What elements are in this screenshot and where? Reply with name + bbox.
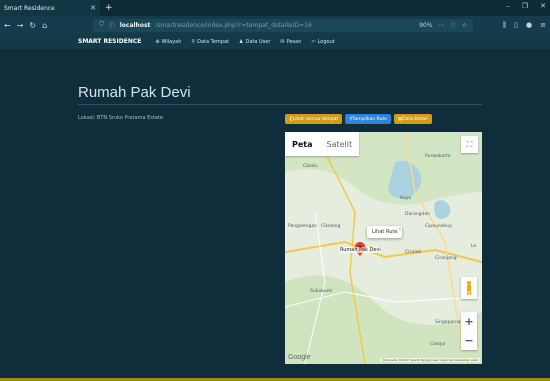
divider xyxy=(78,104,482,105)
close-icon[interactable]: ✕ xyxy=(90,4,96,12)
info-icon: ⓘ xyxy=(108,22,115,30)
browser-tab-bar: Smart Residence ✕ + – ❐ ✕ xyxy=(0,0,550,16)
show-route-button[interactable]: ⚲ Tampilkan Rute xyxy=(345,114,391,124)
location-icon: ⚲ xyxy=(191,38,196,45)
nav-item-data-tempat[interactable]: ⚲ Data Tempat xyxy=(191,39,229,45)
google-logo: Google xyxy=(288,354,311,361)
place-label: Darangdan xyxy=(405,212,431,217)
account-icon[interactable]: ● xyxy=(526,21,532,30)
reload-icon[interactable]: ↻ xyxy=(29,21,36,30)
app-navbar: SMART RESIDENCE ⊕ Wilayah ⚲ Data Tempat ♟ D… xyxy=(0,34,550,49)
pocket-icon[interactable]: ♡ xyxy=(450,22,455,29)
place-label: Cikalong xyxy=(321,224,341,229)
action-buttons: ❮ Lihat semua tempat ⚲ Tampilkan Rute ▤ … xyxy=(285,114,432,124)
new-tab-icon[interactable]: + xyxy=(105,3,113,13)
menu-icon[interactable]: ≡ xyxy=(540,21,546,30)
forward-icon[interactable]: → xyxy=(17,21,24,30)
envelope-icon: ✉ xyxy=(280,38,285,45)
place-label: Cisalak xyxy=(405,250,422,255)
nav-label: Data User xyxy=(245,38,271,45)
info-window[interactable]: Lihat Rute ✕ xyxy=(367,226,403,238)
brand[interactable]: SMART RESIDENCE xyxy=(78,38,141,45)
fullscreen-icon[interactable]: ⛶ xyxy=(461,136,478,153)
back-to-list-button[interactable]: ❮ Lihat semua tempat xyxy=(285,114,343,124)
zoom-in-icon[interactable]: + xyxy=(464,315,473,328)
place-label: Ciranjang xyxy=(435,256,457,261)
maximize-icon[interactable]: ❐ xyxy=(522,2,528,10)
more-icon[interactable]: ⋯ xyxy=(438,22,444,29)
home-icon[interactable]: ⌂ xyxy=(42,21,47,30)
browser-toolbar: ← → ↻ ⌂ ⛉ ⓘ localhost/smartresidence/ind… xyxy=(0,16,550,34)
info-window-text: Lihat Rute xyxy=(372,229,398,235)
detail-data-button[interactable]: ▤ Data Detail xyxy=(393,114,432,124)
nav-item-logout[interactable]: ⇦ Logout xyxy=(311,39,334,45)
nav-item-wilayah[interactable]: ⊕ Wilayah xyxy=(155,39,181,45)
nav-label: Data Tempat xyxy=(197,38,229,45)
page-title: Rumah Pak Devi xyxy=(78,84,191,101)
nav-item-data-user[interactable]: ♟ Data User xyxy=(239,39,270,45)
bookmark-star-icon[interactable]: ☆ xyxy=(462,22,467,29)
marker-label: Rumah Pak Devi xyxy=(339,247,382,253)
close-icon[interactable]: ✕ xyxy=(398,226,401,231)
place-label: Pangalengan xyxy=(288,224,318,229)
user-icon: ♟ xyxy=(238,38,244,45)
tab-map[interactable]: Peta xyxy=(285,132,320,156)
place-label: Purwakarta xyxy=(425,154,451,159)
map-attribution[interactable]: Data peta ©2022 Syarat Penggunaan Lapork… xyxy=(380,358,480,362)
url-bar[interactable]: ⛉ ⓘ localhost/smartresidence/index.php?r… xyxy=(93,18,474,32)
place-label: Cibatu xyxy=(303,164,318,169)
zoom-controls: + − xyxy=(461,312,477,350)
logout-icon: ⇦ xyxy=(311,38,316,45)
zoom-out-icon[interactable]: − xyxy=(464,334,473,347)
back-icon[interactable]: ← xyxy=(4,21,11,30)
browser-tab[interactable]: Smart Residence ✕ xyxy=(0,0,100,16)
nav-label: Wilayah xyxy=(161,38,182,45)
tab-satellite[interactable]: Satelit xyxy=(320,132,360,156)
shield-icon: ⛉ xyxy=(99,21,104,28)
nav-item-pesan[interactable]: ✉ Pesan xyxy=(280,39,301,45)
pegman-figure xyxy=(467,281,471,295)
nav-label: Logout xyxy=(317,38,335,45)
window-close-icon[interactable]: ✕ xyxy=(540,2,546,10)
nav-label: Pesan xyxy=(286,38,302,45)
place-label: Kopo xyxy=(400,196,412,201)
place-label: Sukabumi xyxy=(310,289,333,294)
map-view[interactable]: Peta Satelit ⛶ Purwakarta Cibatu Kopo Da… xyxy=(285,132,482,364)
button-label: Data Detail xyxy=(402,116,428,122)
place-label: Cianjur xyxy=(430,342,446,347)
tab-title: Smart Residence xyxy=(4,4,55,12)
map-type-tabs: Peta Satelit xyxy=(285,132,360,156)
window-controls: – ❐ ✕ xyxy=(506,2,546,10)
zoom-level[interactable]: 90% xyxy=(419,22,432,29)
map-marker-icon: ⊕ xyxy=(155,38,160,45)
url-host: localhost xyxy=(119,21,151,29)
library-icon[interactable]: ⫼ xyxy=(503,21,506,30)
place-label: Le xyxy=(471,244,477,249)
button-label: Lihat semua tempat xyxy=(292,116,339,122)
location-text: Lokasi: BTN Sruko Pratama Estate xyxy=(78,115,163,121)
street-view-pegman-icon[interactable] xyxy=(461,277,477,299)
button-label: Tampilkan Rute xyxy=(352,116,387,122)
place-label: Cipeundeuy xyxy=(425,224,452,229)
sidebar-icon[interactable]: ▯ xyxy=(514,21,518,30)
minimize-icon[interactable]: – xyxy=(506,2,510,10)
url-path: /smartresidence/index.php?r=tempat_detai… xyxy=(155,21,312,29)
place-label: Singaparna xyxy=(435,320,461,325)
